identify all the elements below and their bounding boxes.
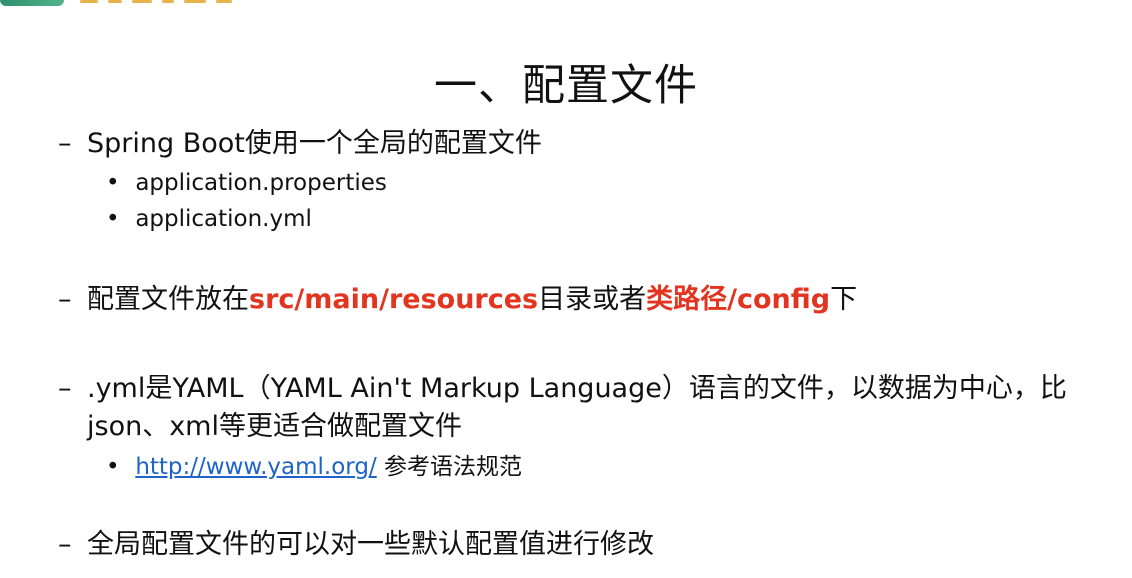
- bullet-marker: •: [106, 170, 120, 196]
- list-item-text: Spring Boot使用一个全局的配置文件: [87, 128, 542, 159]
- subitem-text: application.properties: [135, 170, 387, 196]
- dash-marker: –: [58, 373, 72, 404]
- location-middle-text: 目录或者: [538, 284, 647, 315]
- dash-marker: –: [58, 284, 72, 315]
- subitem-application-yml: • application.yml: [106, 202, 312, 236]
- list-item-text: 全局配置文件的可以对一些默认配置值进行修改: [87, 529, 654, 560]
- list-item-text: .yml是YAML（YAML Ain't Markup Language）语言的…: [87, 373, 1067, 442]
- list-item-file-location: – 配置文件放在src/main/resources目录或者类路径/config…: [58, 281, 1118, 319]
- list-item-text: 配置文件放在src/main/resources目录或者类路径/config下: [87, 281, 1118, 319]
- slide-title: 一、配置文件: [434, 60, 698, 111]
- brand-logo-fragment: [0, 0, 64, 6]
- classpath-config-emphasis: 类路径/config: [646, 284, 831, 315]
- location-suffix-text: 下: [830, 284, 858, 315]
- list-item-default-values: – 全局配置文件的可以对一些默认配置值进行修改: [58, 526, 1118, 564]
- yaml-reference-text: 参考语法规范: [376, 454, 523, 480]
- subitem-text: application.yml: [135, 206, 312, 232]
- list-item-config-file: – Spring Boot使用一个全局的配置文件: [58, 125, 1118, 163]
- resources-path-emphasis: src/main/resources: [249, 284, 539, 315]
- location-prefix-text: 配置文件放在: [87, 284, 249, 315]
- subitem-yaml-link: • http://www.yaml.org/ 参考语法规范: [106, 450, 522, 484]
- yaml-website-link[interactable]: http://www.yaml.org/: [135, 454, 376, 480]
- dash-marker: –: [58, 128, 72, 159]
- bullet-marker: •: [106, 206, 120, 232]
- bullet-marker: •: [106, 454, 120, 480]
- subitem-application-properties: • application.properties: [106, 166, 387, 200]
- list-item-yaml: – .yml是YAML（YAML Ain't Markup Language）语…: [58, 370, 1118, 446]
- brand-logo-text-fragment: [80, 0, 260, 4]
- dash-marker: –: [58, 529, 72, 560]
